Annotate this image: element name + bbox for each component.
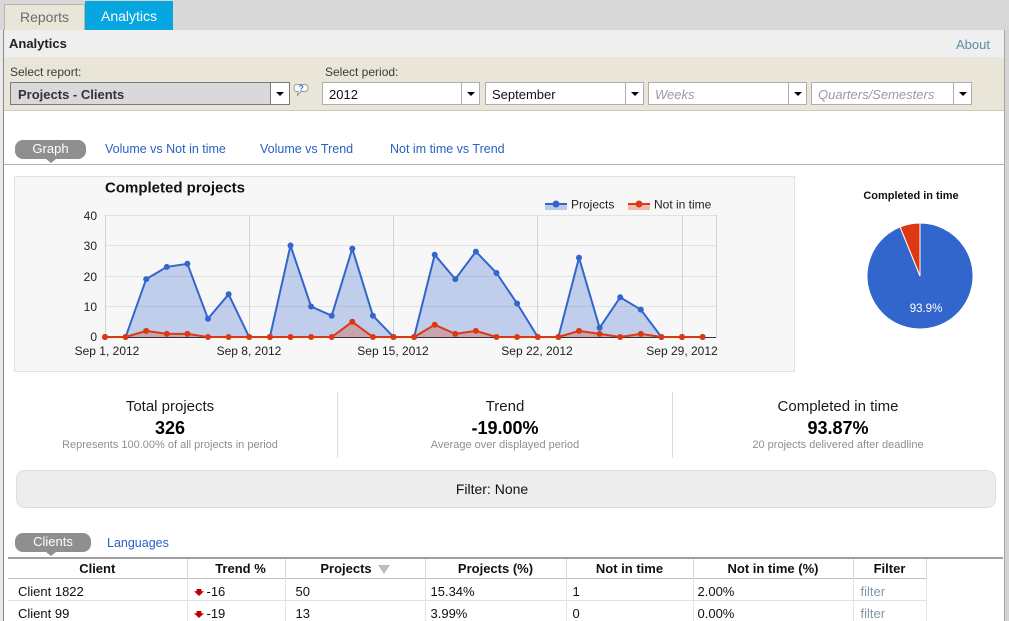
svg-text:0: 0 — [90, 330, 97, 344]
svg-text:Completed in time: Completed in time — [863, 190, 958, 202]
svg-text:40: 40 — [84, 209, 98, 223]
svg-text:Sep 15, 2012: Sep 15, 2012 — [357, 344, 429, 358]
svg-text:Sep 1, 2012: Sep 1, 2012 — [75, 344, 140, 358]
svg-text:Completed projects: Completed projects — [105, 180, 245, 197]
svg-text:10: 10 — [84, 300, 98, 314]
svg-text:Not in time: Not in time — [654, 198, 712, 212]
svg-text:93.9%: 93.9% — [910, 303, 943, 315]
svg-text:30: 30 — [84, 239, 98, 253]
svg-text:Sep 8, 2012: Sep 8, 2012 — [217, 344, 282, 358]
svg-text:Projects: Projects — [571, 198, 614, 212]
svg-text:Sep 29, 2012: Sep 29, 2012 — [646, 344, 718, 358]
svg-text:Sep 22, 2012: Sep 22, 2012 — [501, 344, 573, 358]
svg-text:20: 20 — [84, 270, 98, 284]
svg-text:?: ? — [299, 84, 304, 93]
